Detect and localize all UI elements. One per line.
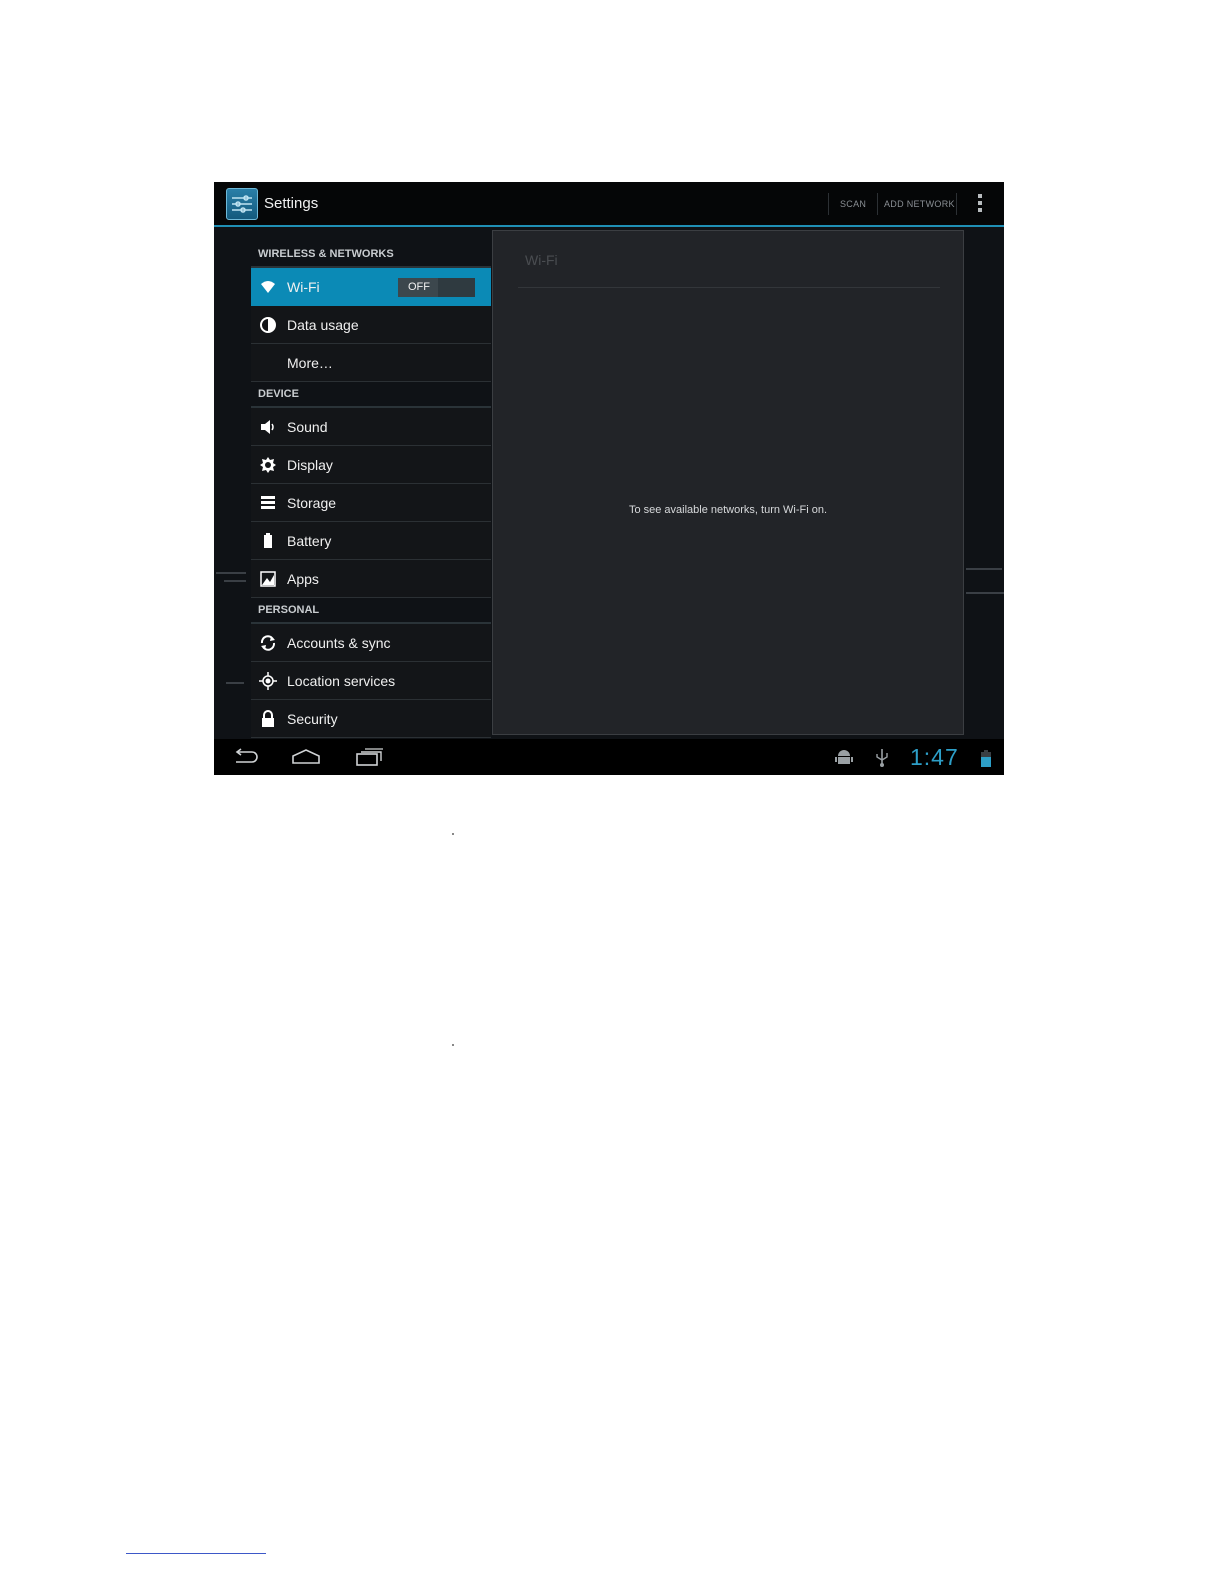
sidebar-item-label: Data usage — [287, 317, 359, 333]
section-header-personal: PERSONAL — [258, 604, 320, 616]
speaker-icon — [259, 418, 277, 436]
wifi-toggle[interactable]: OFF — [398, 278, 475, 297]
sidebar-item-more[interactable]: More… — [251, 344, 491, 382]
battery-status-icon — [981, 750, 991, 767]
sidebar-item-display[interactable]: Display — [251, 446, 491, 484]
wallpaper-streak — [216, 572, 246, 574]
action-divider — [828, 193, 829, 215]
detail-title: Wi-Fi — [525, 252, 558, 268]
apps-icon — [259, 570, 277, 588]
sidebar-item-accounts-sync[interactable]: Accounts & sync — [251, 624, 491, 662]
sidebar-item-label: Storage — [287, 495, 337, 511]
sidebar-item-label: Display — [287, 457, 333, 473]
home-icon[interactable] — [291, 747, 321, 767]
sidebar-item-label: Battery — [287, 533, 332, 549]
sidebar-item-label: Security — [287, 711, 338, 727]
overflow-menu-icon[interactable] — [976, 194, 984, 214]
settings-list: WIRELESS & NETWORKS Wi-Fi OFF Data usage — [251, 242, 491, 738]
scan-button[interactable]: SCAN — [840, 199, 866, 209]
section-header-wireless: WIRELESS & NETWORKS — [258, 248, 394, 260]
recent-apps-icon[interactable] — [354, 747, 384, 767]
footnote-rule — [126, 1553, 266, 1554]
sidebar-item-wifi[interactable]: Wi-Fi OFF — [251, 268, 491, 306]
detail-divider — [518, 287, 940, 288]
sidebar-item-label: Accounts & sync — [287, 635, 391, 651]
page-speck — [452, 833, 454, 835]
toggle-state: OFF — [398, 278, 438, 297]
action-bar: Settings SCAN ADD NETWORK — [214, 182, 1004, 227]
system-nav-bar: 1:47 — [214, 739, 1004, 775]
action-divider — [956, 193, 957, 215]
wifi-icon — [259, 278, 277, 296]
sidebar-item-security[interactable]: Security — [251, 700, 491, 738]
sidebar-item-label: Sound — [287, 419, 328, 435]
sidebar-item-label: Location services — [287, 673, 396, 689]
lock-icon — [259, 710, 277, 728]
page-title: Settings — [264, 195, 319, 212]
sync-icon — [259, 634, 277, 652]
settings-app-icon[interactable] — [226, 188, 258, 220]
sidebar-item-storage[interactable]: Storage — [251, 484, 491, 522]
sidebar-item-label: More… — [287, 355, 333, 371]
section-header-device: DEVICE — [258, 388, 299, 400]
data-usage-icon — [259, 316, 277, 334]
battery-icon — [259, 532, 277, 550]
tablet-screenshot: Settings SCAN ADD NETWORK WIRELESS & NET… — [214, 182, 1004, 775]
usb-icon — [874, 747, 890, 767]
back-icon[interactable] — [230, 747, 260, 767]
wallpaper-streak — [224, 580, 246, 582]
wallpaper-streak — [966, 568, 1002, 570]
sidebar-item-label: Apps — [287, 571, 319, 587]
sidebar-item-location[interactable]: Location services — [251, 662, 491, 700]
location-icon — [259, 672, 277, 690]
brightness-icon — [259, 456, 277, 474]
add-network-button[interactable]: ADD NETWORK — [884, 199, 955, 209]
sidebar-item-apps[interactable]: Apps — [251, 560, 491, 598]
wallpaper-streak — [226, 682, 244, 684]
wifi-detail-pane: Wi-Fi To see available networks, turn Wi… — [492, 230, 964, 735]
wifi-off-message: To see available networks, turn Wi-Fi on… — [628, 504, 828, 516]
storage-icon — [259, 494, 277, 512]
sidebar-item-battery[interactable]: Battery — [251, 522, 491, 560]
sidebar-item-data-usage[interactable]: Data usage — [251, 306, 491, 344]
sidebar-item-label: Wi-Fi — [287, 279, 320, 295]
status-clock: 1:47 — [910, 744, 959, 770]
sidebar-item-sound[interactable]: Sound — [251, 408, 491, 446]
android-debug-icon — [834, 747, 854, 767]
page-speck — [452, 1044, 454, 1046]
wallpaper-streak — [966, 592, 1004, 594]
action-divider — [877, 193, 878, 215]
